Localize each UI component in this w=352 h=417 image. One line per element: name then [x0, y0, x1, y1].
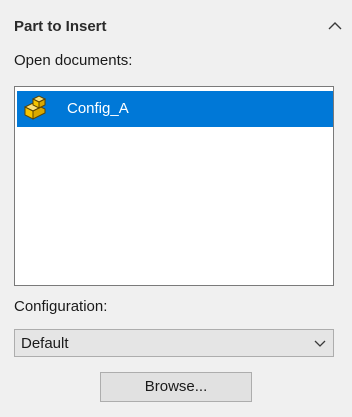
chevron-up-icon[interactable]: [326, 19, 344, 33]
open-documents-label: Open documents:: [14, 52, 133, 69]
configuration-value: Default: [21, 335, 69, 352]
section-header[interactable]: Part to Insert: [14, 16, 344, 40]
chevron-down-icon: [314, 340, 326, 347]
configuration-label: Configuration:: [14, 298, 108, 315]
configuration-dropdown[interactable]: Default: [14, 329, 334, 357]
section-title: Part to Insert: [14, 18, 107, 35]
document-name: Config_A: [67, 100, 129, 117]
open-documents-list[interactable]: Config_A: [14, 86, 334, 286]
browse-button[interactable]: Browse...: [100, 372, 252, 402]
part-to-insert-panel: Part to Insert Open documents: Config_A …: [0, 0, 352, 417]
list-item[interactable]: Config_A: [17, 91, 333, 127]
part-icon: [23, 95, 47, 120]
